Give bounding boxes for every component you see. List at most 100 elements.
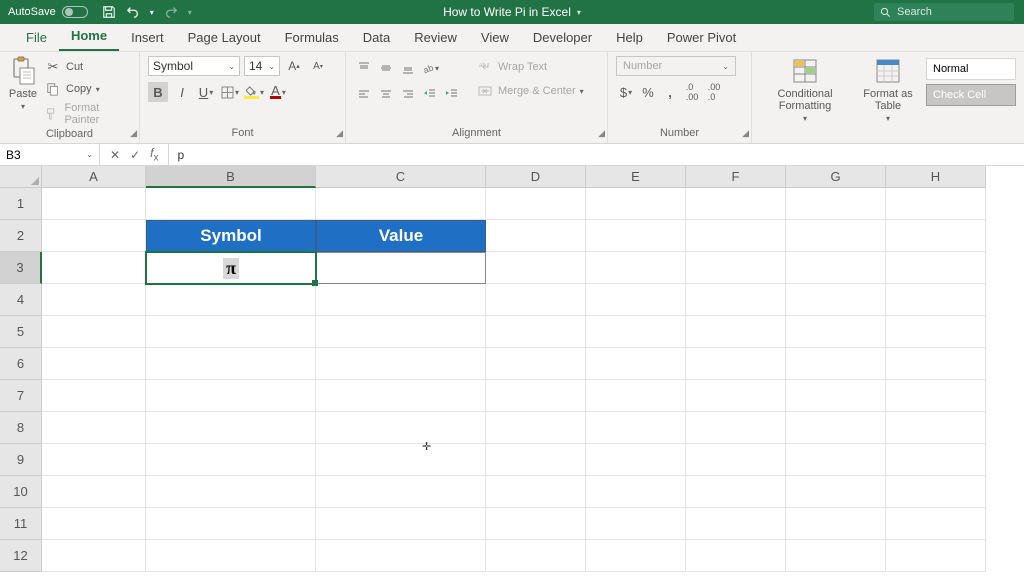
cell-A8[interactable] [42,412,146,444]
wrap-text-button[interactable]: ab Wrap Text [476,58,584,76]
cell-H8[interactable] [886,412,986,444]
cell-F11[interactable] [686,508,786,540]
cell-B10[interactable] [146,476,316,508]
cell-E10[interactable] [586,476,686,508]
row-head-12[interactable]: 12 [0,540,42,572]
cell-G7[interactable] [786,380,886,412]
cell-B6[interactable] [146,348,316,380]
cell-C12[interactable] [316,540,486,572]
autosave-toggle[interactable] [62,6,88,18]
font-dialog-launcher[interactable]: ◢ [336,128,343,139]
cell-G6[interactable] [786,348,886,380]
underline-button[interactable]: U▾ [196,82,216,102]
tab-review[interactable]: Review [402,24,469,51]
cell-E3[interactable] [586,252,686,284]
cell-F9[interactable] [686,444,786,476]
cell-E8[interactable] [586,412,686,444]
cell-E6[interactable] [586,348,686,380]
cell-H7[interactable] [886,380,986,412]
cell-E4[interactable] [586,284,686,316]
italic-button[interactable]: I [172,82,192,102]
cell-C9[interactable] [316,444,486,476]
col-head-A[interactable]: A [42,166,146,188]
cell-G3[interactable] [786,252,886,284]
cell-B3[interactable]: π [146,252,316,284]
cell-D8[interactable] [486,412,586,444]
cell-H6[interactable] [886,348,986,380]
row-head-9[interactable]: 9 [0,444,42,476]
cell-B2[interactable]: Symbol [146,220,316,252]
cell-H9[interactable] [886,444,986,476]
cell-F7[interactable] [686,380,786,412]
cell-H4[interactable] [886,284,986,316]
cell-F12[interactable] [686,540,786,572]
cell-A9[interactable] [42,444,146,476]
cell-D12[interactable] [486,540,586,572]
row-head-7[interactable]: 7 [0,380,42,412]
cell-G8[interactable] [786,412,886,444]
cell-H2[interactable] [886,220,986,252]
name-box[interactable]: B3⌄ [0,144,100,165]
cell-D11[interactable] [486,508,586,540]
increase-indent-button[interactable] [442,84,462,104]
copy-button[interactable]: Copy ▾ [44,80,131,98]
row-head-5[interactable]: 5 [0,316,42,348]
cell-E5[interactable] [586,316,686,348]
cell-F4[interactable] [686,284,786,316]
cell-D5[interactable] [486,316,586,348]
cancel-formula-button[interactable]: ✕ [110,148,120,162]
cell-E7[interactable] [586,380,686,412]
tab-data[interactable]: Data [351,24,402,51]
col-head-D[interactable]: D [486,166,586,188]
title-dropdown[interactable]: ▾ [577,8,581,17]
cell-F1[interactable] [686,188,786,220]
col-head-E[interactable]: E [586,166,686,188]
clipboard-dialog-launcher[interactable]: ◢ [130,128,137,139]
cell-style-normal[interactable]: Normal [926,58,1016,80]
font-size-select[interactable]: 14⌄ [244,56,280,76]
cell-A1[interactable] [42,188,146,220]
cell-E12[interactable] [586,540,686,572]
tab-formulas[interactable]: Formulas [273,24,351,51]
tab-help[interactable]: Help [604,24,655,51]
format-as-table-button[interactable]: Format as Table▾ [856,56,920,123]
cell-H12[interactable] [886,540,986,572]
cell-A6[interactable] [42,348,146,380]
row-head-4[interactable]: 4 [0,284,42,316]
cell-C7[interactable] [316,380,486,412]
cell-C5[interactable] [316,316,486,348]
decrease-decimal-button[interactable]: .00.0 [704,82,724,102]
format-painter-button[interactable]: Format Painter [44,102,131,126]
cell-C1[interactable] [316,188,486,220]
alignment-dialog-launcher[interactable]: ◢ [598,128,605,139]
cell-F8[interactable] [686,412,786,444]
cell-B8[interactable] [146,412,316,444]
cell-G5[interactable] [786,316,886,348]
accounting-format-button[interactable]: $▾ [616,82,636,102]
cell-D6[interactable] [486,348,586,380]
row-head-2[interactable]: 2 [0,220,42,252]
cell-G10[interactable] [786,476,886,508]
cell-F2[interactable] [686,220,786,252]
undo-button[interactable] [126,5,140,19]
cell-A12[interactable] [42,540,146,572]
cell-H1[interactable] [886,188,986,220]
cell-G1[interactable] [786,188,886,220]
row-head-11[interactable]: 11 [0,508,42,540]
cell-D4[interactable] [486,284,586,316]
tab-home[interactable]: Home [59,22,119,51]
enter-formula-button[interactable]: ✓ [130,148,140,162]
redo-button[interactable] [164,5,178,19]
cell-H5[interactable] [886,316,986,348]
cell-D10[interactable] [486,476,586,508]
decrease-font-button[interactable]: A▾ [308,56,328,76]
tab-file[interactable]: File [14,24,59,51]
cell-B4[interactable] [146,284,316,316]
merge-center-button[interactable]: Merge & Center ▾ [476,82,584,100]
cell-F10[interactable] [686,476,786,508]
tab-power-pivot[interactable]: Power Pivot [655,24,748,51]
align-top-button[interactable] [354,58,374,78]
cell-C6[interactable] [316,348,486,380]
cell-B1[interactable] [146,188,316,220]
align-right-button[interactable] [398,84,418,104]
